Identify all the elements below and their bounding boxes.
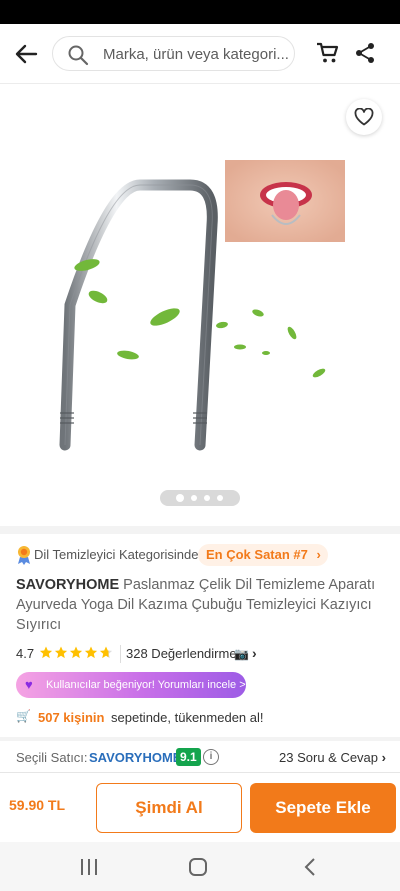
seller-name-link[interactable]: SAVORYHOME — [89, 750, 181, 765]
pagination-dot[interactable] — [217, 495, 223, 501]
nav-back-icon[interactable] — [298, 854, 324, 880]
seller-score-badge: 9.1 — [176, 748, 201, 766]
product-image — [40, 145, 360, 475]
search-icon — [67, 44, 89, 66]
cart-notice: 🛒 507 kişinin sepetinde, tükenmeden al! — [16, 709, 386, 727]
search-box[interactable] — [52, 36, 295, 71]
recent-apps-icon[interactable] — [76, 854, 102, 880]
top-bar — [0, 24, 400, 84]
rating-separator — [120, 645, 121, 663]
cart-count: 507 kişinin — [38, 710, 105, 725]
rating-row[interactable]: 4.7 328 Değerlendirme 📷 › — [16, 645, 386, 663]
heart-icon — [354, 108, 374, 126]
home-icon[interactable] — [186, 854, 212, 880]
chevron-right-icon: › — [316, 547, 321, 562]
share-icon[interactable] — [354, 42, 376, 64]
purchase-bar: 59.90 TL Şimdi Al Sepete Ekle — [0, 772, 400, 842]
liked-banner-text: Kullanıcılar beğeniyor! Yorumları incele… — [46, 679, 246, 691]
review-count[interactable]: 328 Değerlendirme — [126, 646, 237, 661]
price: 59.90 TL — [9, 797, 66, 813]
shopping-cart-icon[interactable] — [316, 41, 340, 65]
status-bar — [0, 0, 400, 24]
section-divider — [0, 737, 400, 741]
add-to-cart-button[interactable]: Sepete Ekle — [250, 783, 396, 833]
category-row: Dil Temizleyici Kategorisinde En Çok Sat… — [16, 544, 386, 566]
favorite-button[interactable] — [346, 99, 382, 135]
questions-answers-link[interactable]: 23 Soru & Cevap › — [279, 750, 386, 765]
pagination-dot[interactable] — [191, 495, 197, 501]
brand-name[interactable]: SAVORYHOME — [16, 577, 119, 593]
pagination-dot[interactable] — [204, 495, 210, 501]
heart-icon: ♥ — [25, 677, 33, 692]
chevron-right-icon: › — [381, 750, 386, 765]
section-divider — [0, 526, 400, 534]
camera-icon: 📷 — [234, 647, 249, 661]
rating-score: 4.7 — [16, 646, 35, 661]
best-seller-label: En Çok Satan #7 — [206, 547, 308, 562]
search-input[interactable] — [103, 43, 289, 65]
cart-icon: 🛒 — [16, 709, 31, 723]
seller-label: Seçili Satıcı: — [16, 750, 88, 765]
system-nav-bar — [0, 842, 400, 891]
qa-label: 23 Soru & Cevap — [279, 750, 379, 765]
chevron-right-icon: › — [252, 645, 257, 661]
product-title: SAVORYHOME Paslanmaz Çelik Dil Temizleme… — [16, 575, 388, 635]
gallery-pagination[interactable] — [160, 490, 240, 506]
category-label: Dil Temizleyici Kategorisinde — [34, 547, 199, 562]
cart-notice-text: sepetinde, tükenmeden al! — [111, 710, 264, 725]
best-seller-badge[interactable]: En Çok Satan #7 › — [198, 544, 328, 566]
buy-now-button[interactable]: Şimdi Al — [96, 783, 242, 833]
product-gallery[interactable] — [0, 85, 400, 525]
medal-icon — [18, 546, 30, 565]
liked-reviews-banner[interactable]: ♥ Kullanıcılar beğeniyor! Yorumları ince… — [16, 672, 246, 698]
back-arrow-icon[interactable] — [12, 40, 40, 68]
seller-row: Seçili Satıcı: SAVORYHOME 9.1 i 23 Soru … — [16, 748, 386, 768]
rating-stars — [39, 646, 113, 659]
info-icon[interactable]: i — [203, 749, 219, 765]
pagination-dot[interactable] — [176, 494, 184, 502]
